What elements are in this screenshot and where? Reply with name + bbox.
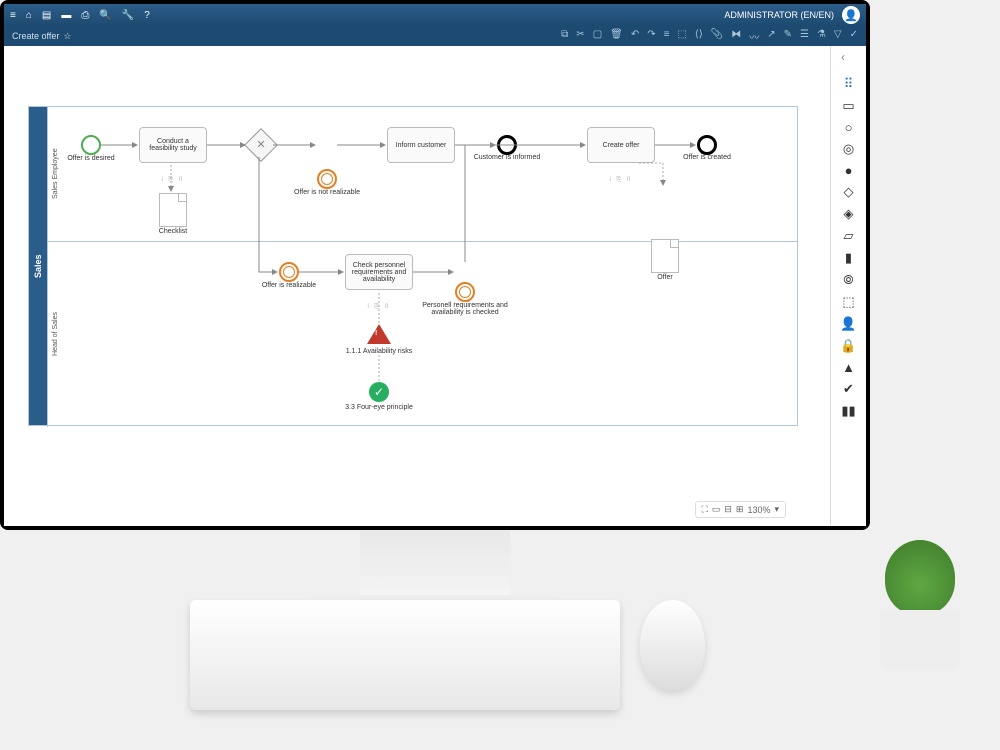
chain-icon[interactable]: ⧓ (731, 29, 741, 44)
lane-sales-employee[interactable]: Sales Employee Offer is desired Conduct … (47, 107, 797, 242)
palette-start-event-icon[interactable]: ○ (831, 120, 866, 135)
check-icon[interactable]: ✓ (850, 29, 858, 44)
palette-group-icon[interactable]: ⬚ (831, 294, 866, 310)
fit-icon[interactable]: ⬚ (677, 29, 686, 44)
mouse-decor (640, 600, 705, 690)
redo-icon[interactable]: ↷ (647, 29, 655, 44)
clipboard-icon[interactable]: ▤ (42, 10, 51, 21)
palette-gateway2-icon[interactable]: ◈ (831, 206, 866, 222)
cut-icon[interactable]: ✂ (576, 29, 584, 44)
home-icon[interactable]: ⌂ (26, 10, 32, 21)
end-event-created[interactable]: Offer is created (697, 135, 717, 155)
user-avatar-icon[interactable]: 👤 (842, 6, 860, 24)
event-realizable[interactable]: Offer is realizable (279, 262, 299, 282)
pool-label: Sales (29, 107, 47, 425)
palette-end-event-icon[interactable]: ● (831, 163, 866, 178)
risk-node[interactable]: ! 1.1.1 Availability risks (367, 324, 391, 344)
event-checked[interactable]: Personell requirements and availability … (455, 282, 475, 302)
palette-data-icon[interactable]: ▮ (831, 250, 866, 266)
fit-screen-icon[interactable]: ⛶ (702, 504, 708, 515)
palette-intermediate-event-icon[interactable]: ◎ (831, 141, 866, 157)
rise-icon[interactable]: ↗ (767, 29, 775, 44)
task-indicators-icon: i ⎘ ⌷ (367, 304, 390, 311)
favorite-star-icon[interactable]: ☆ (63, 31, 71, 42)
keyboard-decor (190, 600, 620, 710)
task-check-personnel[interactable]: Check personnel requirements and availab… (345, 254, 413, 290)
end-event-informed[interactable]: Customer is informed (497, 135, 517, 155)
edit-icon[interactable]: ✎ (784, 29, 792, 44)
zoom-in-icon[interactable]: ⊞ (736, 504, 744, 515)
attach-icon[interactable]: 📎 (711, 29, 723, 44)
user-label: ADMINISTRATOR (EN/EN) (724, 10, 834, 20)
task-create-offer[interactable]: Create offer i ⎘ ⌷ (587, 127, 655, 163)
breadcrumb-title: Create offer (12, 31, 59, 41)
palette-user-icon[interactable]: 👤 (831, 316, 866, 332)
code-icon[interactable]: ⟨⟩ (695, 29, 703, 44)
zoom-dropdown-icon[interactable]: ▾ (774, 504, 779, 515)
palette-task-icon[interactable]: ▭ (831, 98, 866, 114)
gateway-decision[interactable]: ✕ (244, 128, 278, 162)
palette-risk-icon[interactable]: ▲ (831, 360, 866, 375)
align-icon[interactable]: ≡ (664, 29, 670, 44)
paste-icon[interactable]: ▢ (593, 29, 602, 44)
help-icon[interactable]: ? (144, 10, 150, 21)
diagram-canvas[interactable]: Sales Sales Employee Offer is desired Co… (4, 46, 830, 526)
task-indicators-icon: i ⎘ ⌷ (161, 177, 184, 184)
palette-grid-icon[interactable]: ⠿ (831, 76, 866, 92)
sub-toolbar: Create offer ☆ ⧉ ✂ ▢ 🗑 ↶ ↷ ≡ ⬚ ⟨⟩ 📎 ⧓ 〰 … (4, 26, 866, 46)
palette-gateway-icon[interactable]: ◇ (831, 184, 866, 200)
delete-icon[interactable]: 🗑 (610, 29, 623, 44)
palette-lock-icon[interactable]: 🔒 (831, 338, 866, 354)
menu-icon[interactable]: ≡ (10, 10, 16, 21)
document-checklist[interactable]: Checklist (159, 193, 187, 227)
task-feasibility[interactable]: Conduct a feasibility study i ⎘ ⌷ (139, 127, 207, 163)
palette-pool-icon[interactable]: ▱ (831, 228, 866, 244)
list-icon[interactable]: ☰ (800, 29, 809, 44)
palette-chart-icon[interactable]: ▮▮ (831, 403, 866, 419)
top-toolbar: ≡ ⌂ ▤ ▬ ⎙ 🔍 🔧 ? ADMINISTRATOR (EN/EN) 👤 (4, 4, 866, 26)
plant-decor (870, 540, 970, 670)
zoom-controls: ⛶ ▭ ⊟ ⊞ 130% ▾ (695, 501, 786, 518)
wave-icon[interactable]: 〰 (749, 29, 759, 44)
palette-check-icon[interactable]: ✔ (831, 381, 866, 397)
palette-collapse-icon[interactable]: ‹ (841, 50, 845, 64)
bpmn-pool[interactable]: Sales Sales Employee Offer is desired Co… (28, 106, 798, 426)
zoom-level: 130% (747, 505, 770, 515)
fit-width-icon[interactable]: ▭ (712, 504, 721, 515)
copy-icon[interactable]: ⧉ (561, 29, 568, 44)
zoom-out-icon[interactable]: ⊟ (724, 504, 732, 515)
monitor-stand (360, 530, 510, 600)
app-screen: ≡ ⌂ ▤ ▬ ⎙ 🔍 🔧 ? ADMINISTRATOR (EN/EN) 👤 … (4, 4, 866, 526)
start-event[interactable]: Offer is desired (81, 135, 101, 155)
funnel-icon[interactable]: ▽ (834, 29, 842, 44)
lane-head-of-sales[interactable]: Head of Sales Offer is realizable Check … (47, 242, 797, 427)
control-node[interactable]: ✓ 3.3 Four-eye principle (369, 382, 389, 402)
monitor-frame: ≡ ⌂ ▤ ▬ ⎙ 🔍 🔧 ? ADMINISTRATOR (EN/EN) 👤 … (0, 0, 870, 530)
shape-palette: ‹ ⠿ ▭ ○ ◎ ● ◇ ◈ ▱ ▮ ⦾ ⬚ 👤 🔒 ▲ ✔ ▮▮ (830, 46, 866, 526)
print-icon[interactable]: ⎙ (81, 10, 89, 21)
palette-db-icon[interactable]: ⦾ (831, 272, 866, 288)
lane2-label: Head of Sales (47, 242, 63, 427)
search-icon[interactable]: 🔍 (99, 10, 111, 21)
undo-icon[interactable]: ↶ (631, 29, 639, 44)
wrench-icon[interactable]: 🔧 (122, 10, 134, 21)
filter-icon[interactable]: ⚗ (817, 29, 826, 44)
save-icon[interactable]: ▬ (61, 10, 71, 21)
event-not-realizable[interactable]: Offer is not realizable (317, 169, 337, 189)
task-inform-customer[interactable]: Inform customer (387, 127, 455, 163)
task-indicators-icon: i ⎘ ⌷ (609, 177, 632, 184)
lane1-label: Sales Employee (47, 107, 63, 241)
